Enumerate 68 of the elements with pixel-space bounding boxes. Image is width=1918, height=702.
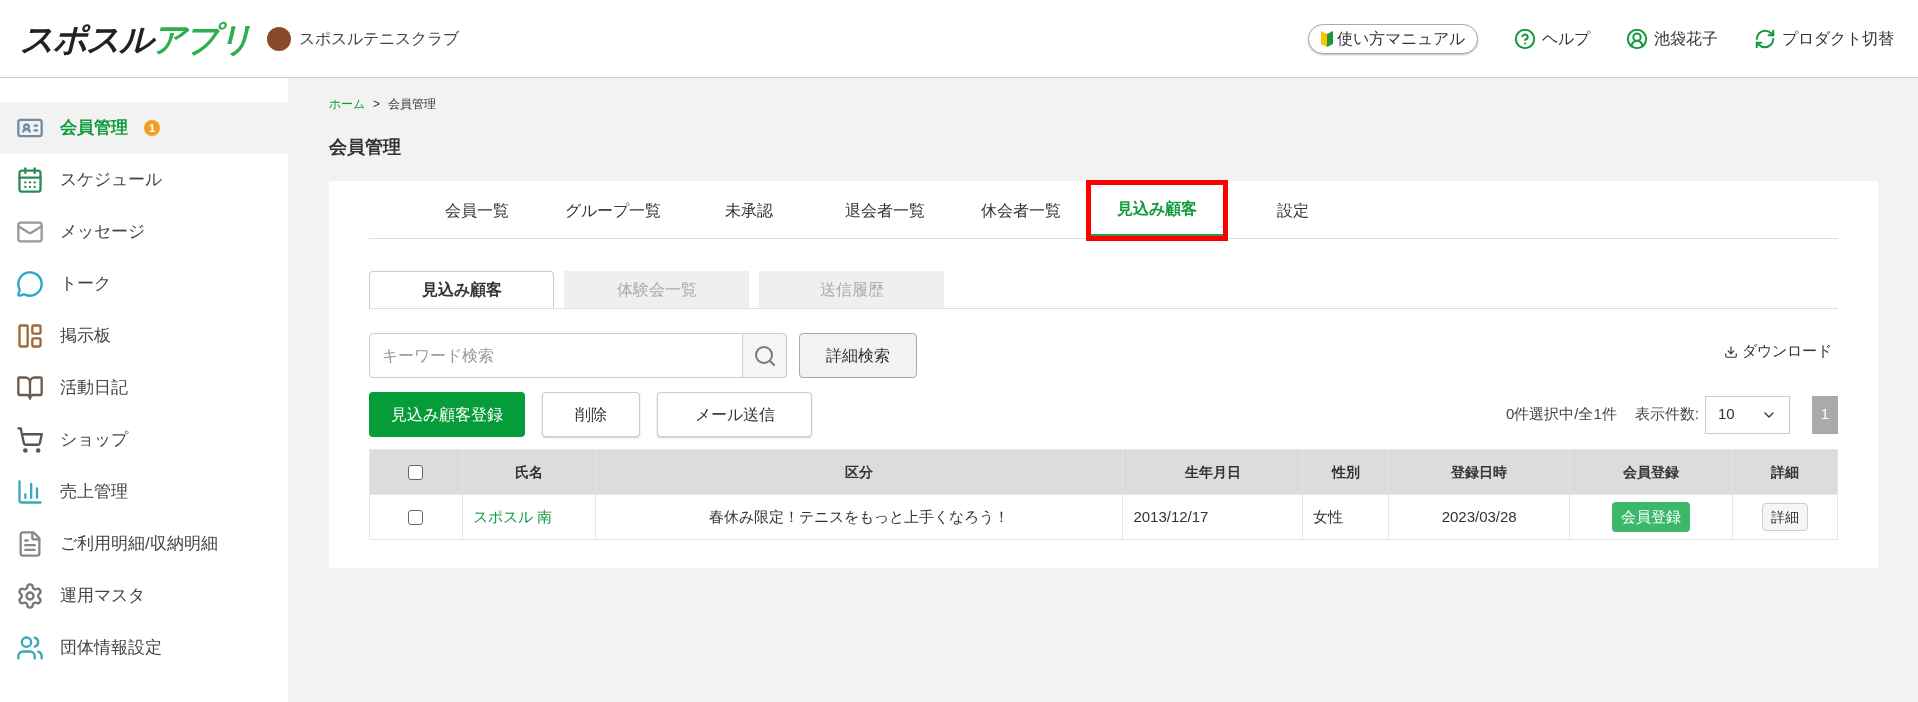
refresh-icon — [1754, 27, 1776, 50]
table-header-cell: 区分 — [595, 449, 1123, 495]
sidebar-item[interactable]: メッセージ — [0, 206, 288, 258]
member-name-link[interactable]: スポスル 南 — [472, 507, 553, 525]
table-cell: 2013/12/17 — [1122, 494, 1303, 540]
calendar-icon — [16, 166, 44, 194]
sub-tab[interactable]: 見込み顧客 — [369, 271, 554, 308]
gears-icon — [16, 582, 44, 610]
sidebar-item[interactable]: ご利用明細/収納明細 — [0, 518, 288, 570]
search-icon — [752, 343, 777, 368]
download-icon — [1724, 344, 1738, 359]
page-size-label: 表示件数: — [1634, 404, 1699, 425]
action-button[interactable]: メール送信 — [657, 392, 812, 437]
breadcrumb-text: > — [373, 96, 380, 113]
sidebar-item[interactable]: スケジュール — [0, 154, 288, 206]
tab[interactable]: 会員一覧 — [409, 183, 545, 238]
breadcrumb-text: 会員管理 — [388, 96, 436, 113]
action-button[interactable]: 見込み顧客登録 — [369, 392, 525, 437]
group-icon — [16, 634, 44, 662]
table-header-cell: 会員登録 — [1569, 449, 1733, 495]
tab[interactable]: 未承認 — [681, 183, 817, 238]
switch-link[interactable]: プロダクト切替 — [1754, 26, 1894, 51]
notification-badge: 1 — [144, 120, 160, 136]
tab[interactable]: 見込み顧客 — [1089, 183, 1225, 238]
beginner-mark-icon — [1321, 30, 1333, 47]
page-title: 会員管理 — [329, 136, 402, 159]
cart-icon — [16, 426, 44, 454]
page-size-select[interactable]: 10 — [1705, 395, 1790, 434]
row-checkbox[interactable] — [408, 510, 424, 526]
tab[interactable]: 設定 — [1225, 183, 1361, 238]
sidebar-item[interactable]: ショップ — [0, 414, 288, 466]
tab[interactable]: グループ一覧 — [545, 183, 681, 238]
help-icon — [1514, 27, 1536, 50]
sidebar-item[interactable]: トーク — [0, 258, 288, 310]
action-button[interactable]: 削除 — [542, 392, 640, 437]
tab[interactable]: 退会者一覧 — [817, 183, 953, 238]
app-logo[interactable]: スポスルアプリ — [20, 21, 251, 56]
sidebar-item[interactable]: 売上管理 — [0, 466, 288, 518]
chat-bubble-icon — [16, 270, 44, 298]
manual-button[interactable]: 使い方マニュアル — [1308, 23, 1478, 54]
club-avatar — [267, 26, 291, 51]
table-header-cell: 性別 — [1302, 449, 1389, 495]
club-name: スポスルテニスクラブ — [299, 28, 459, 49]
select-all-checkbox[interactable] — [408, 465, 424, 481]
user-icon — [1626, 27, 1648, 50]
user-link[interactable]: 池袋花子 — [1626, 26, 1718, 51]
help-link[interactable]: ヘルプ — [1514, 26, 1590, 51]
search-button[interactable] — [743, 333, 787, 378]
sidebar-item[interactable]: 運用マスタ — [0, 570, 288, 622]
table-header-cell: 詳細 — [1732, 449, 1838, 495]
keyword-search-field[interactable]: キーワード検索 — [369, 333, 743, 378]
table-cell: 2023/03/28 — [1388, 494, 1570, 540]
table-cell: 春休み限定！テニスをもっと上手くなろう！ — [595, 494, 1123, 540]
sidebar-item[interactable]: 掲示板 — [0, 310, 288, 362]
selection-count: 0件選択中/全1件 — [1505, 404, 1617, 425]
sidebar-item[interactable]: 活動日記 — [0, 362, 288, 414]
table-header-cell: 生年月日 — [1122, 449, 1303, 495]
notebook-icon — [16, 374, 44, 402]
table-cell: 女性 — [1302, 494, 1389, 540]
bulletin-board-icon — [16, 322, 44, 350]
tab[interactable]: 休会者一覧 — [953, 183, 1089, 238]
advanced-search-button[interactable]: 詳細検索 — [799, 333, 917, 378]
download-link[interactable]: ダウンロード — [1724, 340, 1832, 363]
table-header-cell: 氏名 — [462, 449, 596, 495]
chart-document-icon — [16, 478, 44, 506]
sidebar-item[interactable]: 団体情報設定 — [0, 622, 288, 674]
detail-button[interactable]: 詳細 — [1762, 503, 1808, 531]
table-header-cell: 登録日時 — [1388, 449, 1570, 495]
